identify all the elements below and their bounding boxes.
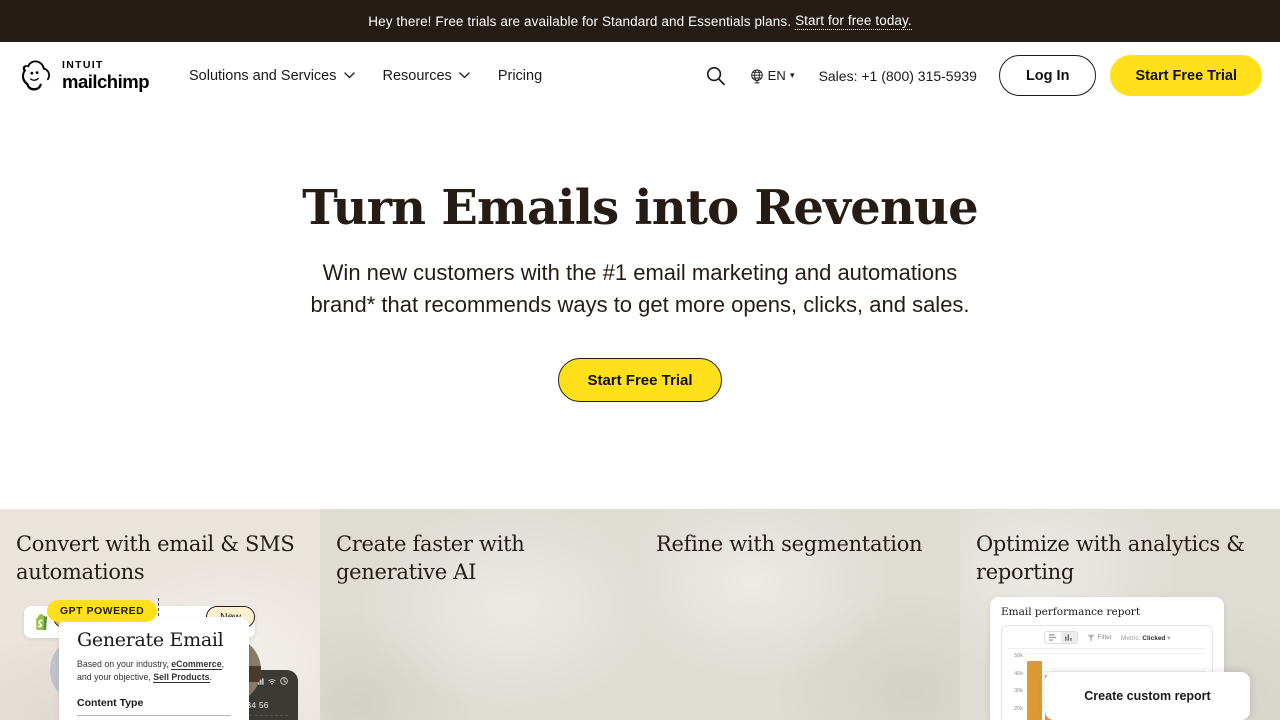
chart-y-axis: 50k 40k 30k 20k: [1008, 653, 1025, 720]
mailchimp-logo[interactable]: Intuit mailchimp: [18, 57, 150, 94]
hero-section: Turn Emails into Revenue Win new custome…: [0, 109, 1280, 509]
report-title: Email performance report: [1001, 606, 1141, 618]
nav-item-solutions[interactable]: Solutions and Services: [175, 60, 369, 92]
chart-toolbar: Filter Metric: Clicked ▾: [1008, 631, 1206, 649]
chart-filter-label: Filter: [1097, 634, 1112, 641]
sales-phone[interactable]: Sales: +1 (800) 315-5939: [819, 68, 977, 84]
generate-email-desc-part3: .: [209, 672, 212, 683]
feature-card-automations-title: Convert with email & SMS automations: [16, 532, 295, 584]
generate-email-desc-part1: Based on your industry,: [77, 659, 172, 669]
nav-item-pricing-label: Pricing: [497, 67, 543, 84]
chart-metric-caret-icon: ▾: [1167, 634, 1171, 642]
chevron-down-icon: [343, 72, 355, 79]
logo-intuit-text: Intuit: [62, 59, 104, 71]
gpt-powered-badge: GPT POWERED: [47, 600, 158, 622]
chart-y-tick: 20k: [1014, 705, 1023, 712]
chart-y-tick: 50k: [1014, 653, 1023, 659]
chevron-down-icon: [459, 72, 470, 79]
language-label: EN: [767, 68, 787, 83]
nav-item-solutions-label: Solutions and Services: [189, 67, 337, 84]
logo-wordmark: Intuit mailchimp: [62, 59, 150, 92]
chart-grid-line: [1025, 653, 1206, 654]
chart-filter-button[interactable]: Filter: [1086, 634, 1112, 642]
vertical-bar-chart-icon: [1064, 634, 1072, 641]
promo-banner-text: Hey there! Free trials are available for…: [368, 13, 792, 29]
hero-subtitle-line1: Win new customers with the #1 email mark…: [322, 260, 958, 286]
globe-icon: [750, 68, 763, 83]
promo-banner: Hey there! Free trials are available for…: [0, 0, 1280, 42]
generate-email-objective-link[interactable]: Sell Products: [153, 672, 210, 684]
hero-title: Turn Emails into Revenue: [302, 180, 979, 236]
chart-type-horizontal-bar-option[interactable]: [1045, 632, 1061, 643]
content-type-label: Content Type: [77, 697, 144, 710]
promo-banner-link[interactable]: Start for free today.: [795, 13, 912, 30]
feature-card-segmentation-title: Refine with segmentation: [656, 532, 923, 556]
mailchimp-freddie-icon: [21, 60, 50, 91]
hero-subtitle: Win new customers with the #1 email mark…: [310, 257, 969, 321]
horizontal-bar-chart-icon: [1048, 634, 1056, 641]
search-button[interactable]: [699, 59, 733, 93]
feature-card-analytics-title: Optimize with analytics & reporting: [976, 532, 1245, 584]
mailchimp-homepage: Hey there! Free trials are available for…: [0, 0, 1280, 720]
generate-email-title: Generate Email: [77, 629, 224, 651]
chart-type-toggle[interactable]: [1043, 631, 1078, 644]
create-custom-report-card[interactable]: Create custom report: [1045, 672, 1250, 720]
feature-card-generative-ai-title: Create faster with generative AI: [336, 532, 525, 584]
header-start-free-trial-button[interactable]: Start Free Trial: [1110, 55, 1262, 96]
nav-item-pricing[interactable]: Pricing: [484, 60, 556, 92]
chart-type-vertical-bar-option[interactable]: [1060, 632, 1077, 643]
chart-metric-value: Clicked: [1142, 634, 1166, 642]
chart-y-tick: 40k: [1014, 670, 1023, 677]
nav-item-resources-label: Resources: [382, 67, 452, 84]
search-icon: [707, 66, 725, 86]
site-header: Intuit mailchimp Solutions and Services …: [0, 42, 1280, 109]
primary-nav: Solutions and Services Resources Pricing: [175, 60, 556, 92]
hero-subtitle-line2: brand* that recommends ways to get more …: [310, 292, 970, 318]
hero-start-free-trial-button[interactable]: Start Free Trial: [558, 358, 722, 403]
create-custom-report-label: Create custom report: [1084, 689, 1211, 703]
language-selector[interactable]: EN ▾: [749, 68, 795, 84]
generate-email-description: Based on your industry, eCommerce, and y…: [77, 658, 231, 684]
filter-icon: [1086, 634, 1095, 641]
generate-email-industry-link[interactable]: eCommerce: [171, 659, 222, 670]
chart-metric-dropdown[interactable]: Metric: Clicked ▾: [1121, 634, 1171, 642]
logo-mailchimp-text: mailchimp: [62, 70, 150, 92]
feature-card-segmentation[interactable]: Refine with segmentation: [640, 509, 960, 720]
chart-y-tick: 30k: [1014, 688, 1023, 694]
header-actions: EN ▾ Sales: +1 (800) 315-5939 Log In Sta…: [699, 55, 1262, 96]
login-button[interactable]: Log In: [998, 55, 1097, 96]
chart-bar: [1027, 661, 1043, 720]
language-caret-icon: ▾: [790, 70, 795, 80]
feature-card-generative-ai[interactable]: Create faster with generative AI: [320, 509, 640, 720]
generate-email-panel: Generate Email Based on your industry, e…: [59, 617, 249, 720]
nav-item-resources[interactable]: Resources: [369, 60, 484, 92]
chart-metric-prefix: Metric:: [1120, 634, 1141, 642]
content-type-input[interactable]: [77, 715, 231, 717]
